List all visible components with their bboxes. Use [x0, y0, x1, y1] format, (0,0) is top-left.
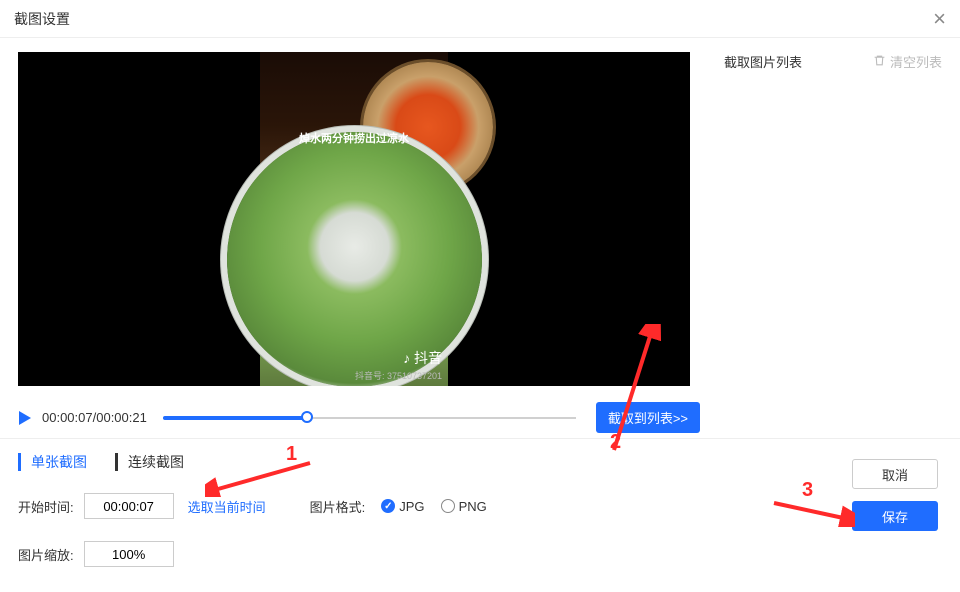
format-png-radio[interactable]: PNG [441, 499, 487, 514]
trash-icon [873, 54, 886, 70]
zoom-input[interactable] [84, 541, 174, 567]
tab-continuous-capture[interactable]: 连续截图 [115, 453, 184, 471]
save-button[interactable]: 保存 [852, 501, 938, 531]
douyin-icon: ♪ [403, 350, 410, 366]
zoom-label: 图片缩放: [18, 545, 74, 564]
capture-to-list-button[interactable]: 截取到列表>> [596, 402, 700, 433]
slider-thumb[interactable] [301, 411, 313, 423]
pick-current-time-link[interactable]: 选取当前时间 [184, 497, 270, 516]
video-watermark-id: 抖音号: 37510737201 [355, 369, 442, 382]
video-caption: 焯水两分钟捞出过凉水 [260, 130, 448, 146]
dialog-title: 截图设置 [14, 0, 70, 38]
cancel-button[interactable]: 取消 [852, 459, 938, 489]
close-icon[interactable]: × [933, 0, 946, 38]
titlebar: 截图设置 × [0, 0, 960, 38]
clear-list-button[interactable]: 清空列表 [873, 52, 942, 71]
video-content-bowl [227, 132, 482, 386]
play-icon[interactable] [18, 410, 32, 426]
captured-list-title: 截取图片列表 [724, 52, 802, 71]
start-time-input[interactable] [84, 493, 174, 519]
radio-unchecked-icon [441, 499, 455, 513]
format-jpg-radio[interactable]: JPG [381, 499, 424, 514]
video-preview: 焯水两分钟捞出过凉水 ♪ 抖音 抖音号: 37510737201 [18, 52, 690, 386]
playback-slider[interactable] [163, 415, 576, 421]
start-time-label: 开始时间: [18, 497, 74, 516]
image-format-label: 图片格式: [310, 497, 366, 516]
radio-checked-icon [381, 499, 395, 513]
tab-single-capture[interactable]: 单张截图 [18, 453, 87, 471]
screenshot-settings-dialog: 截图设置 × 焯水两分钟捞出过凉水 ♪ 抖音 抖音号: 37510737201 [0, 0, 960, 592]
playback-time: 00:00:07/00:00:21 [42, 410, 147, 425]
video-watermark: ♪ 抖音 [403, 348, 442, 368]
